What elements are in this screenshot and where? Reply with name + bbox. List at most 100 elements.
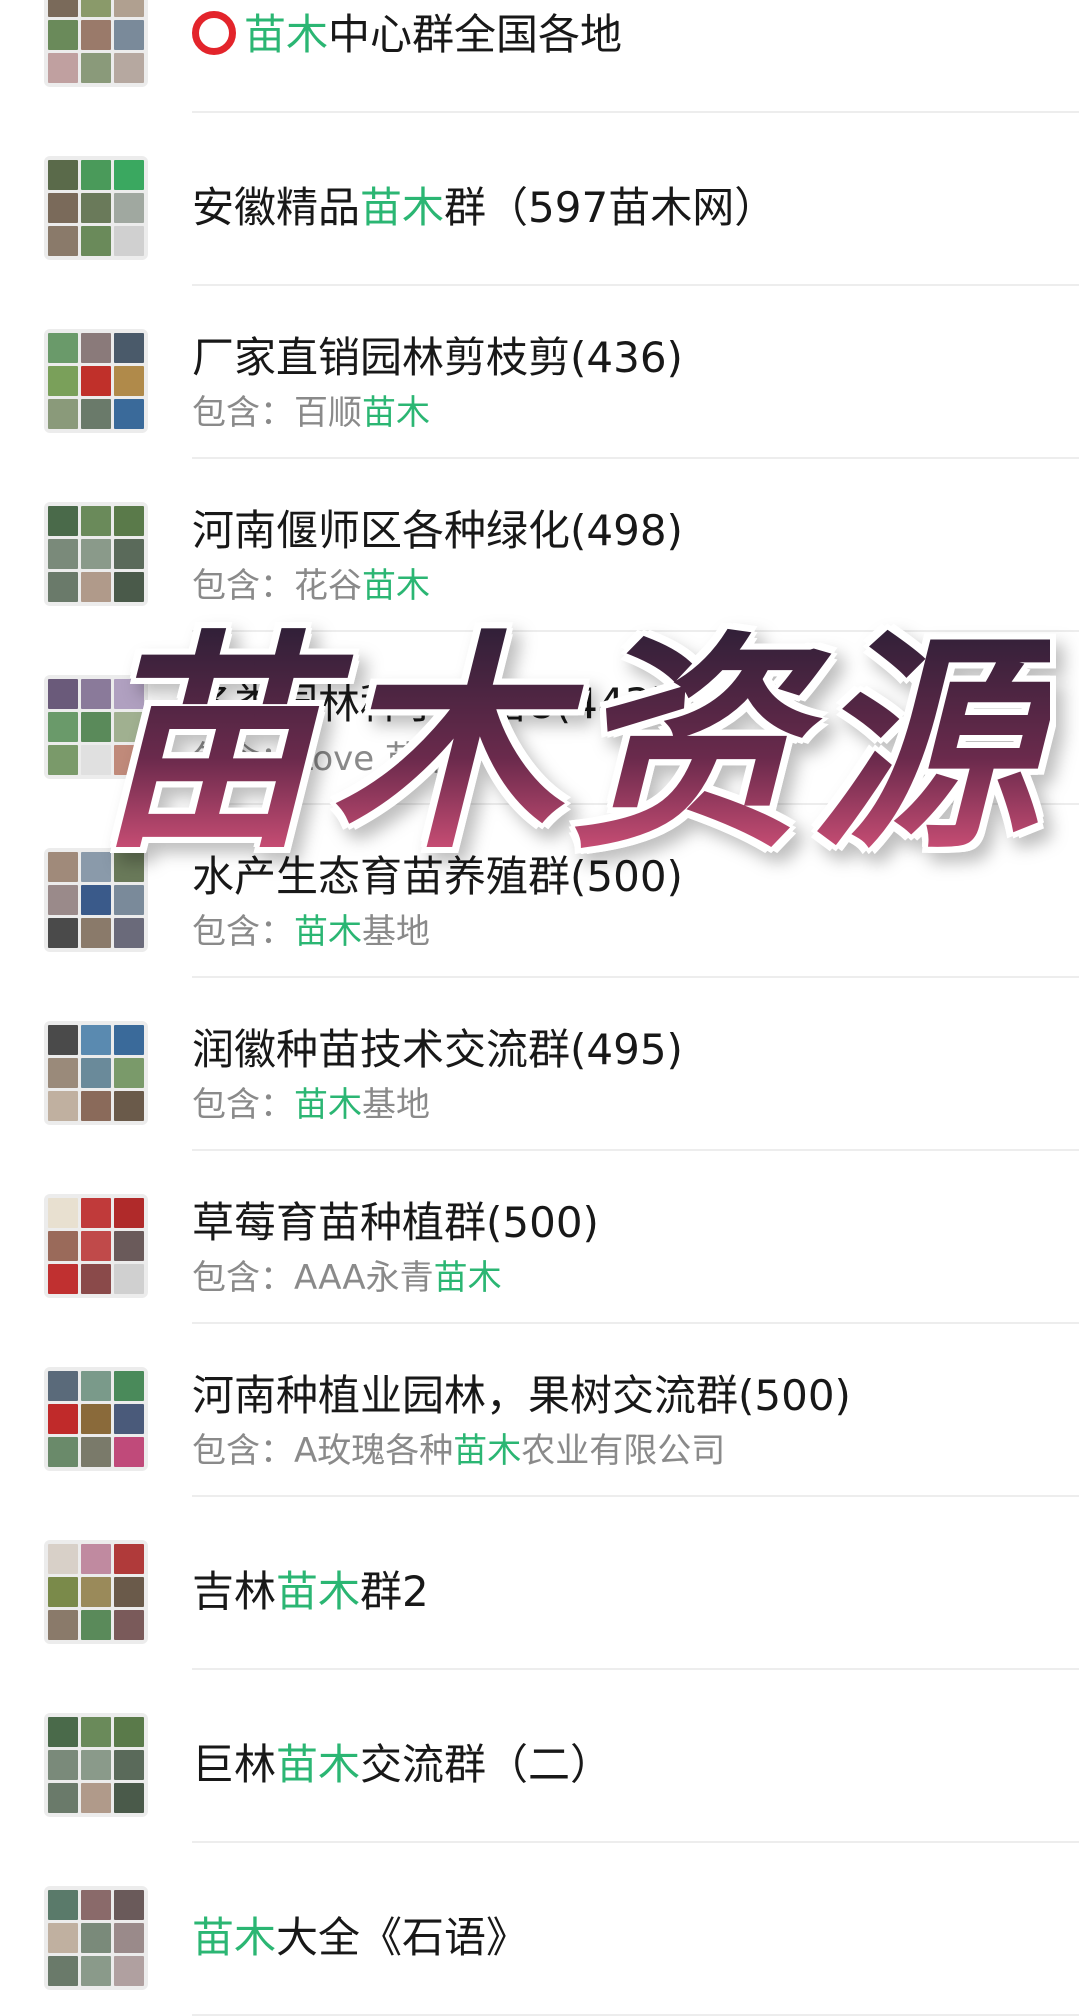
avatar-tile: [81, 1783, 111, 1813]
title-text: 群2: [360, 1567, 429, 1616]
avatar-tile: [114, 1610, 144, 1640]
avatar-tile: [114, 193, 144, 223]
member-text: 包含：AAA永青: [192, 1258, 434, 1298]
avatar-tile: [48, 679, 78, 709]
avatar-tile: [81, 506, 111, 536]
avatar-tile: [48, 53, 78, 83]
avatar-tile: [48, 160, 78, 190]
avatar-tile: [114, 506, 144, 536]
avatar-tile: [81, 539, 111, 569]
title-text: 巨林: [192, 1740, 277, 1789]
member-text: 包含：: [192, 1085, 294, 1125]
group-avatar: [44, 1886, 148, 1990]
avatar-tile: [48, 1544, 78, 1574]
avatar-tile: [81, 20, 111, 50]
title-text: 河南偃师区各种绿化(498): [192, 506, 683, 555]
avatar-tile: [114, 333, 144, 363]
avatar-tile: [81, 1231, 111, 1261]
group-search-results: 苗木中心群全国各地安徽精品苗木群（597苗木网） 厂家直销园林剪枝剪(436) 包含…: [0, 0, 1079, 2016]
keyword-highlight: 苗木: [362, 566, 430, 606]
avatar-tile: [48, 1956, 78, 1986]
group-member-match: 包含：AAA永青苗木: [192, 1255, 1059, 1301]
avatar-tile: [114, 20, 144, 50]
avatar-tile: [48, 918, 78, 948]
avatar-tile: [81, 1577, 111, 1607]
avatar-tile: [48, 366, 78, 396]
avatar-tile: [114, 1198, 144, 1228]
group-row[interactable]: 苗木大全《石语》: [0, 1843, 1079, 2016]
avatar-tile: [48, 226, 78, 256]
avatar-tile: [81, 1750, 111, 1780]
group-row[interactable]: 河南偃师区各种绿化(498) 包含：花谷苗木: [0, 459, 1079, 632]
title-text: 安徽精品: [192, 183, 361, 232]
avatar-tile: [114, 1264, 144, 1294]
group-avatar: [44, 1367, 148, 1471]
group-member-match: 包含：百顺苗木: [192, 390, 1059, 436]
group-row[interactable]: 润徽种苗技术交流群(495) 包含：苗木基地: [0, 978, 1079, 1151]
keyword-highlight: 苗木: [294, 1085, 362, 1125]
avatar-tile: [48, 506, 78, 536]
title-text: 吉林: [192, 1567, 277, 1616]
group-text: 苗木大全《石语》: [192, 1910, 1059, 1966]
group-title: 巨林苗木交流群（二）: [192, 1737, 1059, 1793]
avatar-tile: [114, 539, 144, 569]
keyword-highlight: 苗木: [244, 10, 329, 59]
avatar-tile: [81, 333, 111, 363]
avatar-tile: [48, 20, 78, 50]
group-avatar: [44, 1021, 148, 1125]
group-row[interactable]: 吉林苗木群2: [0, 1497, 1079, 1670]
avatar-tile: [81, 1091, 111, 1121]
avatar-tile: [81, 1923, 111, 1953]
group-row[interactable]: 厂家直销园林剪枝剪(436) 包含：百顺苗木: [0, 286, 1079, 459]
group-text: 草莓育苗种植群(500) 包含：AAA永青苗木: [192, 1195, 1059, 1301]
avatar-tile: [114, 226, 144, 256]
avatar-tile: [81, 1610, 111, 1640]
red-circle-icon: [192, 11, 236, 55]
group-row[interactable]: 河南种植业园林，果树交流群(500) 包含：A玫瑰各种苗木农业有限公司: [0, 1324, 1079, 1497]
group-title: 河南种植业园林，果树交流群(500): [192, 1368, 1059, 1424]
member-text: 包含：花谷: [192, 566, 362, 606]
group-row[interactable]: 安徽精品苗木群（597苗木网）: [0, 113, 1079, 286]
avatar-tile: [48, 1923, 78, 1953]
overlay-banner: 苗木资源: [90, 615, 1050, 975]
avatar-tile: [81, 226, 111, 256]
avatar-tile: [114, 1437, 144, 1467]
avatar-tile: [48, 1371, 78, 1401]
avatar-tile: [48, 712, 78, 742]
avatar-tile: [48, 0, 78, 17]
avatar-tile: [81, 399, 111, 429]
avatar-tile: [81, 160, 111, 190]
avatar-tile: [48, 333, 78, 363]
group-text: 厂家直销园林剪枝剪(436) 包含：百顺苗木: [192, 330, 1059, 436]
group-row[interactable]: 巨林苗木交流群（二）: [0, 1670, 1079, 1843]
avatar-tile: [81, 1264, 111, 1294]
group-title: 苗木大全《石语》: [192, 1910, 1059, 1966]
group-text: 苗木中心群全国各地: [192, 7, 1059, 63]
group-avatar: [44, 1713, 148, 1817]
keyword-highlight: 苗木: [433, 1258, 502, 1298]
avatar-tile: [114, 1025, 144, 1055]
title-text: 大全《石语》: [276, 1913, 529, 1962]
avatar-tile: [81, 1404, 111, 1434]
avatar-tile: [81, 1956, 111, 1986]
avatar-tile: [114, 1717, 144, 1747]
group-member-match: 包含：苗木基地: [192, 1082, 1059, 1128]
avatar-tile: [48, 885, 78, 915]
member-text: 包含：百顺: [192, 393, 362, 433]
group-row[interactable]: 草莓育苗种植群(500) 包含：AAA永青苗木: [0, 1151, 1079, 1324]
avatar-tile: [114, 1956, 144, 1986]
avatar-tile: [48, 572, 78, 602]
group-title: 苗木中心群全国各地: [192, 7, 1059, 63]
keyword-highlight: 苗木: [192, 1913, 277, 1962]
avatar-tile: [114, 1923, 144, 1953]
avatar-tile: [114, 572, 144, 602]
avatar-tile: [81, 53, 111, 83]
avatar-tile: [48, 1610, 78, 1640]
avatar-tile: [48, 1091, 78, 1121]
avatar-tile: [114, 399, 144, 429]
avatar-tile: [48, 1750, 78, 1780]
group-row[interactable]: 苗木中心群全国各地: [0, 0, 1079, 113]
keyword-highlight: 苗木: [276, 1740, 361, 1789]
avatar-tile: [48, 1577, 78, 1607]
avatar-tile: [114, 1890, 144, 1920]
